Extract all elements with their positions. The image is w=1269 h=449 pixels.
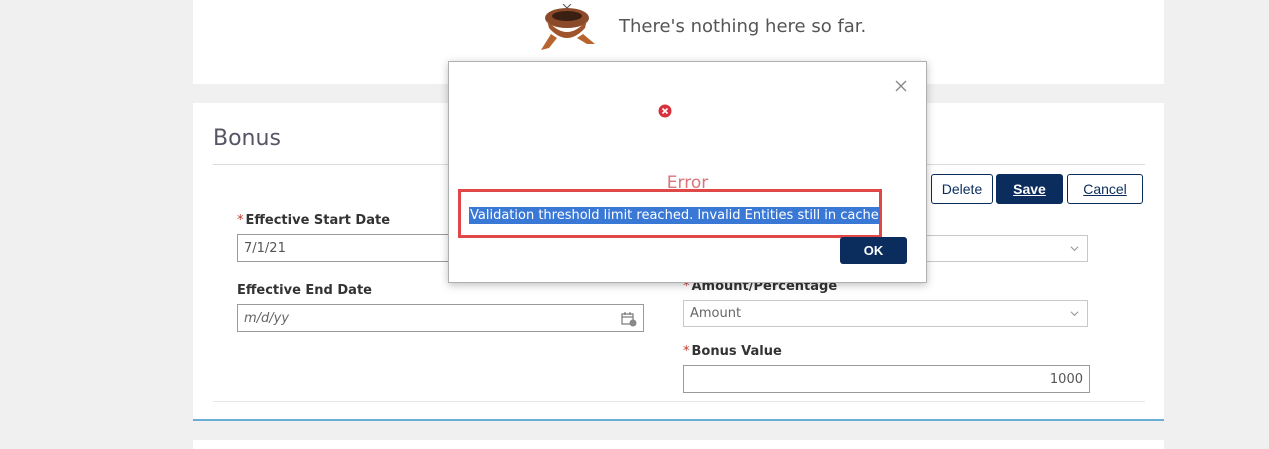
empty-state-message: There's nothing here so far. bbox=[619, 16, 867, 37]
chevron-down-icon bbox=[1070, 246, 1079, 252]
end-date-input[interactable]: m/d/yy bbox=[237, 304, 644, 332]
ok-button[interactable]: OK bbox=[840, 237, 907, 264]
cancel-button[interactable]: Cancel bbox=[1067, 174, 1143, 204]
error-dialog: Error Validation threshold limit reached… bbox=[448, 61, 927, 283]
nest-icon bbox=[541, 4, 595, 50]
end-date-label-text: Effective End Date bbox=[237, 283, 372, 298]
required-marker: * bbox=[237, 213, 244, 228]
end-date-placeholder: m/d/yy bbox=[244, 310, 290, 326]
error-icon bbox=[658, 104, 672, 118]
error-message: Validation threshold limit reached. Inva… bbox=[469, 207, 880, 224]
start-date-label: * Effective Start Date bbox=[237, 213, 390, 228]
calendar-icon[interactable] bbox=[621, 311, 637, 327]
close-icon[interactable] bbox=[895, 80, 907, 92]
bonus-value-value: 1000 bbox=[1049, 371, 1083, 387]
bonus-value-input[interactable]: 1000 bbox=[683, 365, 1090, 393]
end-date-label: Effective End Date bbox=[237, 283, 372, 298]
amount-percentage-value: Amount bbox=[690, 306, 742, 321]
save-button-label: Save bbox=[1013, 181, 1046, 197]
bottom-divider bbox=[213, 401, 1145, 402]
section-title: Bonus bbox=[213, 126, 281, 151]
cancel-button-label: Cancel bbox=[1083, 181, 1127, 197]
next-panel bbox=[193, 440, 1164, 449]
start-date-value: 7/1/21 bbox=[244, 240, 286, 256]
delete-button[interactable]: Delete bbox=[931, 174, 993, 204]
bonus-value-label-text: Bonus Value bbox=[691, 344, 782, 359]
required-marker: * bbox=[683, 344, 690, 359]
save-button[interactable]: Save bbox=[996, 174, 1063, 204]
bonus-value-label: * Bonus Value bbox=[683, 344, 782, 359]
chevron-down-icon bbox=[1070, 311, 1079, 317]
start-date-label-text: Effective Start Date bbox=[245, 213, 391, 228]
amount-percentage-select[interactable]: Amount bbox=[683, 300, 1088, 327]
